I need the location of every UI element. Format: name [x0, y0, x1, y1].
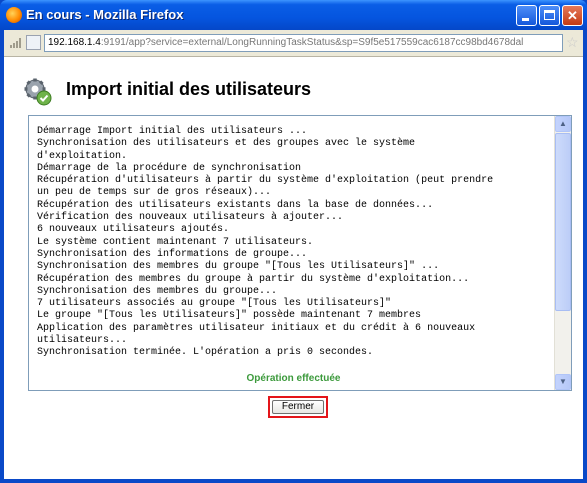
log-text: Démarrage Import initial des utilisateur… [37, 126, 555, 360]
close-button-highlight: Fermer [268, 396, 328, 418]
fermer-button[interactable]: Fermer [272, 400, 324, 414]
log-line: 7 utilisateurs associés au groupe "[Tous… [37, 298, 392, 310]
url-path: :9191/app?service=external/LongRunningTa… [100, 37, 524, 48]
log-line: Vérification des nouveaux utilisateurs à… [37, 212, 344, 224]
minimize-button[interactable] [516, 5, 537, 26]
window-close-button[interactable]: ✕ [562, 5, 583, 26]
maximize-button[interactable] [539, 5, 560, 26]
browser-window: En cours - Mozilla Firefox ✕ 192.168.1.4… [0, 0, 587, 483]
scroll-up-button[interactable]: ▲ [555, 116, 571, 132]
page-header: Import initial des utilisateurs [18, 73, 568, 107]
vertical-scrollbar[interactable]: ▲ ▼ [554, 116, 571, 390]
log-line: Démarrage Import initial des utilisateur… [37, 126, 308, 137]
log-line: Le système contient maintenant 7 utilisa… [37, 236, 314, 248]
log-line: 6 nouveaux utilisateurs ajoutés. [37, 224, 230, 236]
log-line: Récupération d'utilisateurs à partir du … [37, 175, 494, 187]
log-line: Synchronisation des informations de grou… [37, 248, 308, 260]
log-textarea[interactable]: Démarrage Import initial des utilisateur… [28, 115, 572, 391]
log-line: Démarrage de la procédure de synchronisa… [37, 162, 302, 174]
site-identity-icon[interactable] [26, 35, 41, 50]
log-line: Le groupe "[Tous les Utilisateurs]" poss… [37, 310, 422, 322]
maximize-icon [544, 10, 555, 20]
title-bar[interactable]: En cours - Mozilla Firefox ✕ [0, 0, 587, 30]
log-line: Récupération des utilisateurs existants … [37, 199, 434, 211]
log-line: Synchronisation terminée. L'opération a … [37, 347, 374, 359]
log-line: d'exploitation. [37, 150, 128, 162]
scroll-thumb[interactable] [555, 133, 571, 311]
log-line: Synchronisation des utilisateurs et des … [37, 138, 416, 150]
log-line: Synchronisation des membres du groupe "[… [37, 261, 440, 273]
log-line: Récupération des membres du groupe à par… [37, 273, 470, 285]
firefox-icon [6, 7, 22, 23]
signal-icon [10, 38, 22, 48]
url-host: 192.168.1.4 [48, 37, 101, 48]
close-icon: ✕ [567, 8, 578, 23]
address-bar: 192.168.1.4:9191/app?service=external/Lo… [4, 30, 583, 57]
log-line: utilisateurs... [37, 335, 128, 347]
log-line: un peu de temps sur de gros réseaux)... [37, 187, 272, 199]
chevron-up-icon: ▲ [559, 119, 567, 128]
bookmark-star-icon[interactable]: ☆ [566, 35, 579, 50]
log-line: Application des paramètres utilisateur i… [37, 322, 476, 334]
log-line: Synchronisation des membres du groupe... [37, 285, 278, 297]
page-title: Import initial des utilisateurs [66, 79, 312, 99]
status-message: Opération effectuée [246, 373, 341, 384]
window-title: En cours - Mozilla Firefox [26, 7, 184, 22]
url-field[interactable]: 192.168.1.4:9191/app?service=external/Lo… [44, 34, 563, 52]
minimize-icon [522, 18, 529, 21]
gears-icon [24, 78, 52, 106]
